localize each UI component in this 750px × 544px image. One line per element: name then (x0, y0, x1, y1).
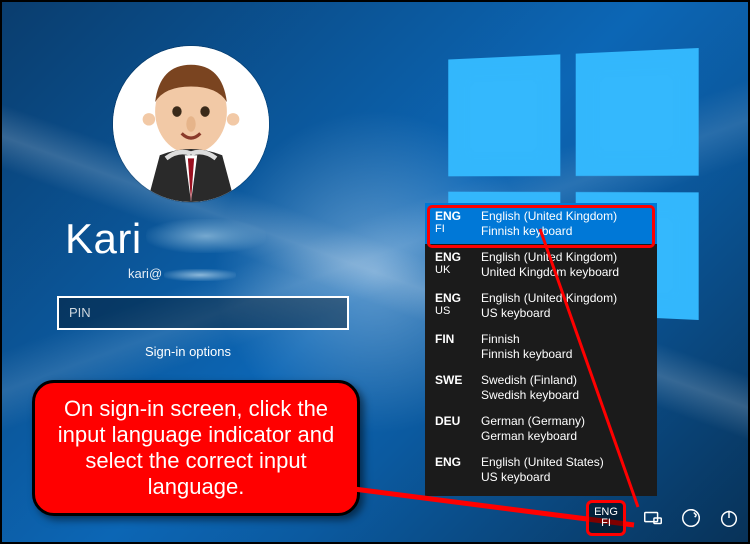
language-menu-item[interactable]: SWE Swedish (Finland)Swedish keyboard (425, 367, 657, 408)
language-menu-item[interactable]: ENGUK English (United Kingdom)United Kin… (425, 244, 657, 285)
power-icon[interactable] (718, 507, 740, 529)
signin-options-link[interactable]: Sign-in options (145, 344, 231, 359)
language-menu: ENGFI English (United Kingdom)Finnish ke… (425, 203, 657, 496)
user-email: kari@ (128, 266, 236, 281)
language-menu-item[interactable]: ENG English (United States)US keyboard (425, 449, 657, 490)
language-indicator[interactable]: ENG FI (586, 500, 626, 536)
user-name-text: Kari (65, 215, 142, 262)
pin-placeholder: PIN (69, 305, 91, 320)
language-menu-item[interactable]: FIN FinnishFinnish keyboard (425, 326, 657, 367)
lock-screen: Kari kari@ PIN Sign-in options ENGFI Eng… (0, 0, 750, 544)
language-menu-item[interactable]: DEU German (Germany)German keyboard (425, 408, 657, 449)
redaction-smudge (164, 269, 236, 281)
language-indicator-sub: FI (601, 518, 611, 529)
annotation-text: On sign-in screen, click the input langu… (49, 396, 343, 500)
language-menu-item[interactable]: ENGFI English (United Kingdom)Finnish ke… (425, 203, 657, 244)
system-tray: ENG FI (586, 500, 740, 536)
network-icon[interactable] (642, 507, 664, 529)
ease-of-access-icon[interactable] (680, 507, 702, 529)
user-display-name: Kari (65, 215, 266, 263)
pin-input[interactable]: PIN (57, 296, 349, 330)
language-menu-item[interactable]: ENGUS English (United Kingdom)US keyboar… (425, 285, 657, 326)
avatar (113, 46, 269, 202)
redaction-smudge (146, 219, 266, 253)
user-email-prefix: kari@ (128, 266, 162, 281)
annotation-callout: On sign-in screen, click the input langu… (32, 380, 360, 516)
